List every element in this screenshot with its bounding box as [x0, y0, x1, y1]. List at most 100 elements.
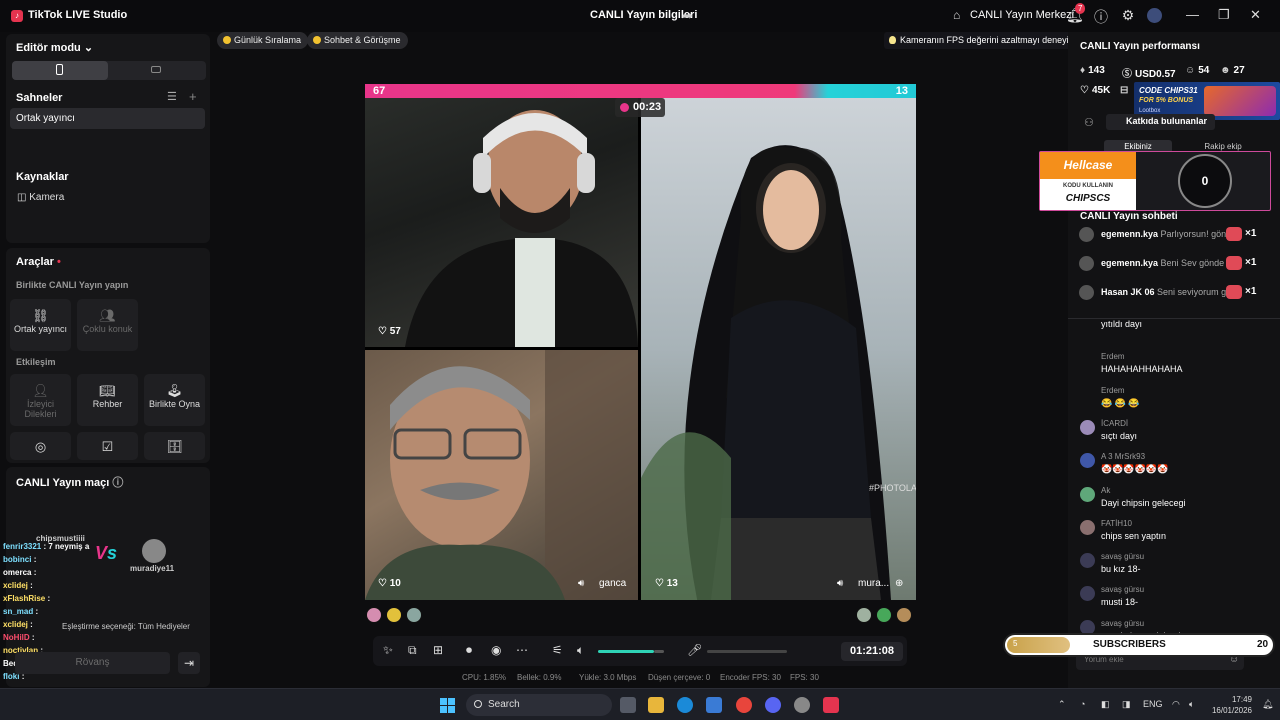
gift-box-icon[interactable]: ⊟ — [1120, 85, 1131, 96]
guide-button[interactable]: 📖︎ Rehber — [77, 374, 138, 426]
host-video: ♡ 57 — [365, 98, 638, 347]
settings-sliders-icon[interactable]: ⚟ — [552, 643, 563, 657]
windows-start-icon[interactable] — [440, 698, 455, 713]
avatar[interactable] — [1147, 8, 1162, 23]
discord-icon[interactable] — [765, 697, 781, 713]
tool-row-3-b[interactable]: ☑ — [77, 432, 138, 460]
upload-stat: Yükle: 3.0 Mbps — [579, 673, 637, 682]
camera-effects-icon[interactable]: ◉ — [491, 643, 501, 657]
tiktok-live-icon[interactable] — [823, 697, 839, 713]
store-icon[interactable] — [706, 697, 722, 713]
microphone-icon[interactable]: 🎤︎ — [687, 643, 702, 657]
speaker-icon-right[interactable]: 🔊︎ — [837, 578, 843, 589]
gifter-avatar[interactable] — [366, 607, 382, 623]
gift-row: Hasan JK 06 Seni seviyorum g ×1 — [1076, 282, 1274, 304]
portrait-option[interactable] — [12, 61, 108, 80]
interaction-subtitle: Etkileşim — [16, 357, 56, 367]
rematch-button[interactable]: Rövanş — [15, 652, 170, 674]
chat-user: İCARDİ — [1101, 418, 1129, 428]
gear-icon[interactable]: ⚙ — [1120, 7, 1136, 24]
sound-icon[interactable]: 🔈︎ — [1189, 699, 1194, 710]
chrome-icon[interactable] — [736, 697, 752, 713]
viewer-requests-button[interactable]: 👤︎ İzleyici Dilekleri — [10, 374, 71, 426]
guest-video-right: #PHOTOLA — [641, 98, 916, 600]
co-host-button[interactable]: ⛓ Ortak yayıncı — [10, 299, 71, 351]
file-explorer-icon[interactable] — [648, 697, 664, 713]
multi-guest-button[interactable]: 👥︎ Çoklu konuk — [77, 299, 138, 351]
tray-app-icon[interactable]: ◔ — [1080, 699, 1085, 709]
language-indicator[interactable]: ENG — [1143, 699, 1163, 709]
app-icon[interactable] — [794, 697, 810, 713]
volume-icon[interactable]: 🔈︎ — [577, 643, 584, 658]
landscape-icon[interactable] — [151, 66, 161, 73]
gifter-avatar[interactable] — [896, 607, 912, 623]
list-icon[interactable]: ☰ — [167, 90, 177, 103]
live-stage: 67 13 ♡ 57 #PHOTOLA ♡ 10 🔊︎ ganca 00:23 … — [365, 84, 916, 600]
tray-chevron-icon[interactable]: ⌃ — [1058, 699, 1066, 710]
mic-level-slider[interactable] — [707, 650, 787, 653]
gifter-avatar[interactable] — [386, 607, 402, 623]
guest-right-likes: ♡ 13 — [655, 578, 678, 589]
home-icon[interactable]: ⌂ — [953, 8, 960, 22]
joystick-icon: 🕹︎ — [166, 383, 183, 398]
daily-ranking-pill[interactable]: Günlük Sıralama — [217, 32, 309, 49]
layout-icon[interactable]: ⊞ — [433, 643, 443, 657]
likes-stat: ♡ 45K — [1080, 85, 1111, 96]
task-view-icon[interactable] — [620, 697, 636, 713]
camera-source[interactable]: ◫ Kamera — [17, 192, 64, 203]
chat-text: yıtıldı dayı — [1101, 319, 1143, 329]
tray-app-icon[interactable]: ◨ — [1122, 699, 1131, 710]
chat-call-pill[interactable]: Sohbet & Görüşme — [307, 32, 408, 49]
gift-row: egemenn.kya Parlıyorsun! gön ×1 — [1076, 224, 1274, 246]
left-panel: Editör modu ⌄ Sahneler ☰ + Ortak yayıncı… — [0, 32, 213, 688]
record-icon[interactable]: ⏺ — [466, 643, 472, 658]
close-icon[interactable]: ✕ — [1250, 7, 1261, 23]
editor-mode-dropdown[interactable]: Editör modu ⌄ — [16, 41, 93, 54]
tool-row-3-c[interactable]: 🗄︎ — [144, 432, 205, 460]
add-scene-icon[interactable]: + — [189, 89, 197, 104]
tray-app-icon[interactable]: ◧ — [1101, 699, 1110, 710]
scene-item[interactable]: Ortak yayıncı — [10, 108, 205, 129]
minimize-icon[interactable]: — — [1186, 7, 1199, 22]
contributors-button[interactable]: Katkıda bulunanlar — [1106, 114, 1216, 130]
maximize-icon[interactable]: ❐ — [1218, 7, 1230, 23]
chat-text: HAHAHAHHAHAHA — [1101, 364, 1183, 375]
hellcase-counter: 0 — [1178, 154, 1232, 208]
clock[interactable]: 17:49 16/01/2026 — [1210, 694, 1252, 716]
play-together-button[interactable]: 🕹︎ Birlikte Oyna — [144, 374, 205, 426]
volume-slider-track[interactable] — [654, 650, 664, 653]
add-icon[interactable]: ⊕ — [895, 578, 903, 589]
gifter-avatar[interactable] — [876, 607, 892, 623]
avatar — [1079, 256, 1094, 271]
taskbar-search[interactable]: Search — [466, 694, 612, 716]
live-center-link[interactable]: CANLI Yayın Merkezi — [970, 9, 1074, 21]
notification-center-icon[interactable]: 🔔︎ — [1262, 699, 1273, 710]
gifter-avatar[interactable] — [406, 607, 422, 623]
guest-video-left: ♡ 10 🔊︎ ganca — [365, 350, 638, 600]
speaker-icon[interactable]: 🔊︎ — [578, 578, 584, 589]
avatar — [1079, 227, 1094, 242]
dropped-stat: Düşen çerçeve: 0 — [648, 673, 711, 682]
volume-slider[interactable] — [598, 650, 654, 653]
overlay-chat-user: xclidej — [3, 620, 28, 629]
orientation-toggle[interactable] — [12, 61, 206, 80]
viewers-stat: ☺ 54 — [1185, 65, 1210, 76]
gifter-avatar[interactable] — [856, 607, 872, 623]
share-icon[interactable]: ➦ — [682, 8, 693, 24]
overlay-chat-text: : — [30, 581, 33, 590]
tool-row-3-a[interactable]: ◎ — [10, 432, 71, 460]
match-title: CANLI Yayın maçı ⓘ — [16, 477, 124, 489]
hellcase-sub: KODU KULLANIN — [1063, 183, 1113, 189]
wifi-icon[interactable]: ◠ — [1172, 699, 1180, 710]
dollar-icon: Ⓢ — [1122, 69, 1132, 80]
help-icon[interactable]: ⓘ — [1093, 7, 1109, 27]
edge-icon[interactable] — [677, 697, 693, 713]
user-icon: ☺ — [1185, 65, 1196, 76]
overlay-chat-user: omerca — [3, 568, 32, 577]
screen-share-icon[interactable]: ⧉ — [408, 643, 417, 658]
overlay-chat-user: fenrir3321 — [3, 542, 42, 551]
exit-match-icon[interactable]: ⇥ — [178, 652, 200, 674]
magic-wand-icon[interactable]: ✨︎ — [383, 643, 393, 658]
title-bar: ♪ TikTok LIVE Studio CANLI Yayın bilgile… — [0, 0, 1280, 32]
more-icon[interactable]: ⋯ — [516, 643, 528, 657]
